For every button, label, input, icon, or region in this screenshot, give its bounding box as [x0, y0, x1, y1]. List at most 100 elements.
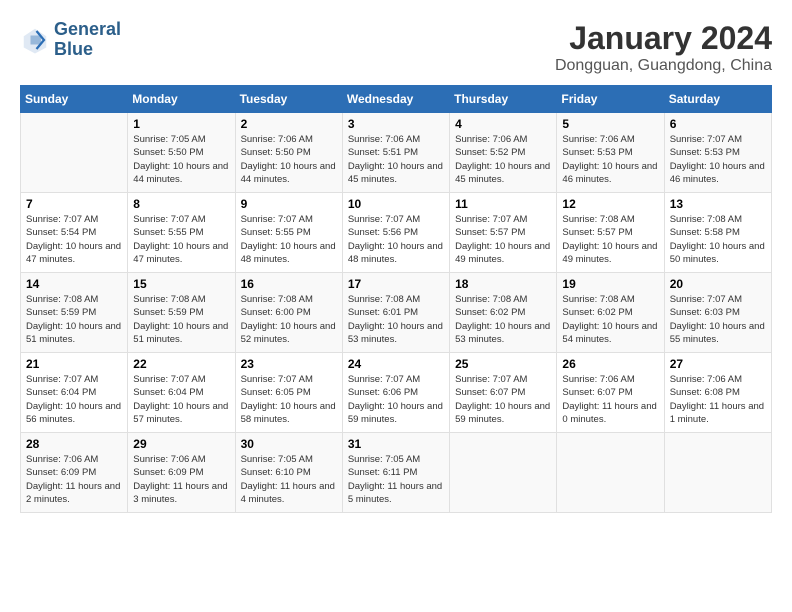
header-thursday: Thursday: [450, 86, 557, 113]
day-info: Sunrise: 7:07 AMSunset: 6:04 PMDaylight:…: [133, 373, 229, 426]
header-sunday: Sunday: [21, 86, 128, 113]
day-number: 5: [562, 117, 658, 131]
day-info: Sunrise: 7:08 AMSunset: 6:02 PMDaylight:…: [455, 293, 551, 346]
day-info: Sunrise: 7:06 AMSunset: 6:08 PMDaylight:…: [670, 373, 766, 426]
calendar-cell: 28 Sunrise: 7:06 AMSunset: 6:09 PMDayligh…: [21, 433, 128, 513]
calendar-cell: 9Sunrise: 7:07 AMSunset: 5:55 PMDaylight…: [235, 193, 342, 273]
calendar-cell: 22Sunrise: 7:07 AMSunset: 6:04 PMDayligh…: [128, 353, 235, 433]
day-number: 23: [241, 357, 337, 371]
day-number: 7: [26, 197, 122, 211]
day-number: 28: [26, 437, 122, 451]
calendar-cell: 14 Sunrise: 7:08 AMSunset: 5:59 PMDayligh…: [21, 273, 128, 353]
day-info: Sunrise: 7:06 AMSunset: 6:09 PMDaylight:…: [133, 453, 229, 506]
week-row-4: 28 Sunrise: 7:06 AMSunset: 6:09 PMDayligh…: [21, 433, 772, 513]
day-info: Sunrise: 7:08 AMSunset: 5:58 PMDaylight:…: [670, 213, 766, 266]
day-number: 4: [455, 117, 551, 131]
day-number: 3: [348, 117, 444, 131]
week-row-2: 14 Sunrise: 7:08 AMSunset: 5:59 PMDayligh…: [21, 273, 772, 353]
day-info: Sunrise: 7:07 AMSunset: 6:03 PMDaylight:…: [670, 293, 766, 346]
calendar-cell: [450, 433, 557, 513]
logo-text: General Blue: [54, 20, 121, 60]
day-number: 15: [133, 277, 229, 291]
day-info: Sunrise: 7:06 AMSunset: 5:52 PMDaylight:…: [455, 133, 551, 186]
calendar-cell: 30Sunrise: 7:05 AMSunset: 6:10 PMDayligh…: [235, 433, 342, 513]
header-wednesday: Wednesday: [342, 86, 449, 113]
day-number: 18: [455, 277, 551, 291]
day-number: 1: [133, 117, 229, 131]
calendar-cell: 4 Sunrise: 7:06 AMSunset: 5:52 PMDaylight…: [450, 113, 557, 193]
day-info: Sunrise: 7:07 AMSunset: 5:56 PMDaylight:…: [348, 213, 444, 266]
day-info: Sunrise: 7:08 AMSunset: 6:01 PMDaylight:…: [348, 293, 444, 346]
day-info: Sunrise: 7:08 AMSunset: 5:59 PMDaylight:…: [133, 293, 229, 346]
calendar-cell: 26 Sunrise: 7:06 AMSunset: 6:07 PMDayligh…: [557, 353, 664, 433]
title-area: January 2024 Dongguan, Guangdong, China: [555, 20, 772, 75]
calendar-cell: 16 Sunrise: 7:08 AMSunset: 6:00 PMDayligh…: [235, 273, 342, 353]
week-row-3: 21 Sunrise: 7:07 AMSunset: 6:04 PMDayligh…: [21, 353, 772, 433]
location: Dongguan, Guangdong, China: [555, 57, 772, 75]
day-number: 25: [455, 357, 551, 371]
day-number: 17: [348, 277, 444, 291]
day-info: Sunrise: 7:07 AMSunset: 6:07 PMDaylight:…: [455, 373, 551, 426]
day-info: Sunrise: 7:07 AMSunset: 5:55 PMDaylight:…: [133, 213, 229, 266]
calendar-cell: 10 Sunrise: 7:07 AMSunset: 5:56 PMDayligh…: [342, 193, 449, 273]
day-number: 20: [670, 277, 766, 291]
day-number: 31: [348, 437, 444, 451]
calendar-cell: 21 Sunrise: 7:07 AMSunset: 6:04 PMDayligh…: [21, 353, 128, 433]
day-info: Sunrise: 7:08 AMSunset: 6:00 PMDaylight:…: [241, 293, 337, 346]
calendar-cell: 11Sunrise: 7:07 AMSunset: 5:57 PMDayligh…: [450, 193, 557, 273]
calendar-cell: 8 Sunrise: 7:07 AMSunset: 5:55 PMDaylight…: [128, 193, 235, 273]
calendar-cell: [21, 113, 128, 193]
day-info: Sunrise: 7:07 AMSunset: 6:04 PMDaylight:…: [26, 373, 122, 426]
day-number: 6: [670, 117, 766, 131]
day-number: 2: [241, 117, 337, 131]
calendar-cell: 29 Sunrise: 7:06 AMSunset: 6:09 PMDayligh…: [128, 433, 235, 513]
day-number: 14: [26, 277, 122, 291]
header-friday: Friday: [557, 86, 664, 113]
day-number: 16: [241, 277, 337, 291]
day-info: Sunrise: 7:06 AMSunset: 6:09 PMDaylight:…: [26, 453, 122, 506]
calendar-cell: 25 Sunrise: 7:07 AMSunset: 6:07 PMDayligh…: [450, 353, 557, 433]
header-row: SundayMondayTuesdayWednesdayThursdayFrid…: [21, 86, 772, 113]
header-saturday: Saturday: [664, 86, 771, 113]
calendar-cell: 1 Sunrise: 7:05 AMSunset: 5:50 PMDaylight…: [128, 113, 235, 193]
day-number: 10: [348, 197, 444, 211]
day-number: 24: [348, 357, 444, 371]
calendar-cell: 31 Sunrise: 7:05 AMSunset: 6:11 PMDayligh…: [342, 433, 449, 513]
header-tuesday: Tuesday: [235, 86, 342, 113]
calendar-body: 1 Sunrise: 7:05 AMSunset: 5:50 PMDaylight…: [21, 113, 772, 513]
day-number: 8: [133, 197, 229, 211]
calendar-cell: 27Sunrise: 7:06 AMSunset: 6:08 PMDayligh…: [664, 353, 771, 433]
day-number: 19: [562, 277, 658, 291]
day-number: 26: [562, 357, 658, 371]
calendar-cell: 3 Sunrise: 7:06 AMSunset: 5:51 PMDaylight…: [342, 113, 449, 193]
calendar-table: SundayMondayTuesdayWednesdayThursdayFrid…: [20, 85, 772, 513]
day-info: Sunrise: 7:08 AMSunset: 5:57 PMDaylight:…: [562, 213, 658, 266]
day-number: 29: [133, 437, 229, 451]
day-info: Sunrise: 7:05 AMSunset: 5:50 PMDaylight:…: [133, 133, 229, 186]
day-number: 12: [562, 197, 658, 211]
calendar-cell: 6 Sunrise: 7:07 AMSunset: 5:53 PMDaylight…: [664, 113, 771, 193]
calendar-cell: 15 Sunrise: 7:08 AMSunset: 5:59 PMDayligh…: [128, 273, 235, 353]
logo: General Blue: [20, 20, 121, 60]
logo-line1: General: [54, 20, 121, 40]
day-number: 9: [241, 197, 337, 211]
day-info: Sunrise: 7:05 AMSunset: 6:11 PMDaylight:…: [348, 453, 444, 506]
day-info: Sunrise: 7:07 AMSunset: 6:05 PMDaylight:…: [241, 373, 337, 426]
page-header: General Blue January 2024 Dongguan, Guan…: [20, 20, 772, 75]
day-info: Sunrise: 7:07 AMSunset: 5:53 PMDaylight:…: [670, 133, 766, 186]
header-monday: Monday: [128, 86, 235, 113]
calendar-cell: [557, 433, 664, 513]
calendar-cell: 18 Sunrise: 7:08 AMSunset: 6:02 PMDayligh…: [450, 273, 557, 353]
day-info: Sunrise: 7:07 AMSunset: 5:54 PMDaylight:…: [26, 213, 122, 266]
day-number: 13: [670, 197, 766, 211]
day-number: 21: [26, 357, 122, 371]
day-number: 30: [241, 437, 337, 451]
day-info: Sunrise: 7:06 AMSunset: 5:50 PMDaylight:…: [241, 133, 337, 186]
calendar-header: SundayMondayTuesdayWednesdayThursdayFrid…: [21, 86, 772, 113]
day-info: Sunrise: 7:06 AMSunset: 6:07 PMDaylight:…: [562, 373, 658, 426]
day-info: Sunrise: 7:06 AMSunset: 5:51 PMDaylight:…: [348, 133, 444, 186]
logo-line2: Blue: [54, 40, 121, 60]
day-info: Sunrise: 7:08 AMSunset: 5:59 PMDaylight:…: [26, 293, 122, 346]
calendar-cell: [664, 433, 771, 513]
calendar-cell: 7 Sunrise: 7:07 AMSunset: 5:54 PMDaylight…: [21, 193, 128, 273]
